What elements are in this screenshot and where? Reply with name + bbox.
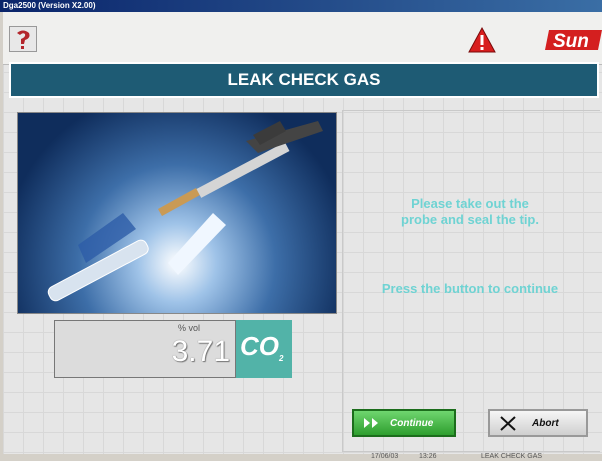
- continue-hint: Press the button to continue: [381, 281, 559, 296]
- continue-label: Continue: [390, 418, 434, 429]
- instruction-text: Please take out the probe and seal the t…: [352, 196, 588, 228]
- window-title: Dga2500 (Version X2.00): [0, 0, 602, 12]
- continue-icon: [362, 411, 382, 446]
- toolbar: Sun: [3, 12, 602, 65]
- abort-label: Abort: [532, 418, 559, 429]
- continue-button[interactable]: Continue: [352, 409, 456, 437]
- page-title: LEAK CHECK GAS: [9, 62, 599, 98]
- status-time: 13:26: [419, 453, 437, 460]
- gas-label: CO2: [236, 320, 292, 378]
- status-date: 17/06/03: [371, 453, 399, 460]
- probe-image: [17, 112, 337, 314]
- status-screen: LEAK CHECK GAS: [481, 453, 543, 460]
- close-icon: [496, 411, 520, 446]
- warning-icon[interactable]: [467, 26, 497, 54]
- reading-value: 3.71: [171, 335, 230, 368]
- gas-name: CO: [240, 331, 279, 361]
- instruction-line-2: probe and seal the tip.: [401, 212, 539, 227]
- abort-button[interactable]: Abort: [488, 409, 588, 437]
- brand-logo: Sun: [543, 28, 602, 52]
- gas-subscript: 2: [279, 354, 284, 364]
- help-icon[interactable]: [9, 26, 37, 52]
- status-bar: 17/06/03 13:26 LEAK CHECK GAS: [3, 453, 602, 461]
- instruction-line-1: Please take out the: [411, 196, 529, 211]
- brand-text: Sun: [553, 31, 589, 52]
- reading-unit: % vol: [178, 323, 201, 333]
